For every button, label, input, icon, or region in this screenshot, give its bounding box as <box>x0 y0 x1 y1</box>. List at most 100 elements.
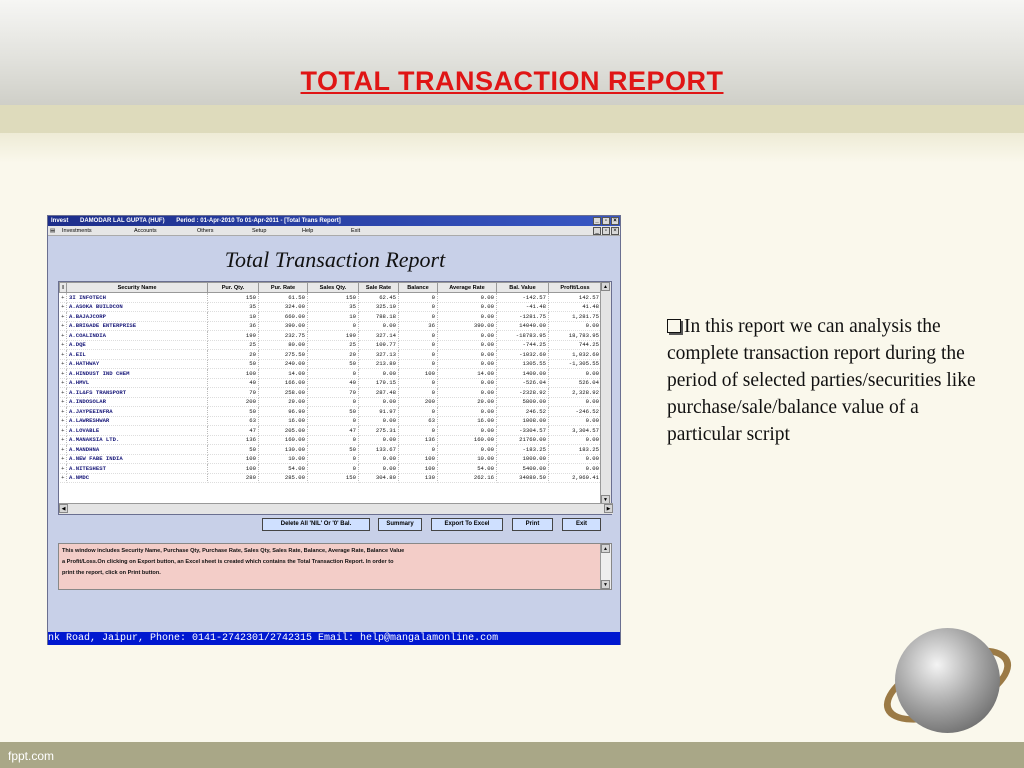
column-header-average-rate-col[interactable]: Average Rate <box>437 282 497 293</box>
mdi-maximize-icon[interactable]: ▫ <box>602 227 610 235</box>
doc-icon: ▤ <box>50 228 56 234</box>
table-row[interactable]: + A.JAYPEEINFRA 50 96.90 50 91.97 0 0.00 246.52-… <box>59 406 602 417</box>
grid-horizontal-scrollbar[interactable]: ◀ ▶ <box>59 503 613 514</box>
minimize-icon[interactable]: _ <box>593 217 601 225</box>
exit-button[interactable]: Exit <box>562 518 601 531</box>
expand-row-icon[interactable]: + <box>59 425 67 436</box>
table-row[interactable]: + A.INDOSOLAR 200 29.00 0 0.00 200 29.00 5800.00… <box>59 397 602 407</box>
bullet-paragraph: In this report we can analysis the compl… <box>667 313 987 448</box>
table-row[interactable]: + A.BAJAJCORP 10 660.00 10 788.18 0 0.00 -1281.7… <box>59 311 602 322</box>
delete-nil-balance-button[interactable]: Delete All 'NIL' Or '0' Bal. <box>262 518 370 531</box>
cell-pur-qty-col: 40 <box>207 378 259 388</box>
expand-row-icon[interactable]: + <box>59 387 67 398</box>
help-scroll-up-icon[interactable]: ▲ <box>601 544 610 553</box>
expand-row-icon[interactable]: + <box>59 349 67 360</box>
column-header-pur-qty-col[interactable]: Pur. Qty. <box>207 282 259 293</box>
cell-pur-qty-col: 25 <box>207 340 259 350</box>
print-button[interactable]: Print <box>512 518 553 531</box>
cell-bal-value-col: -2328.92 <box>496 387 549 398</box>
table-row[interactable]: + A.DQE 25 80.00 25 109.77 0 0.00 -744.25 744.25 <box>59 340 602 350</box>
table-row[interactable]: + A.MANAKSIA LTD. 136 160.00 0 0.00 136 160.00 2… <box>59 435 602 445</box>
table-row[interactable]: + A.LOVABLE 47 205.00 47 275.31 0 0.00 -3304.57 3… <box>59 425 602 436</box>
table-row[interactable]: + A.EIL 20 275.50 20 327.13 0 0.00 -1032.60 1,032… <box>59 349 602 360</box>
cell-pur-rate-col: 29.00 <box>258 397 308 407</box>
cell-sales-qty-col: 199 <box>307 330 359 341</box>
cell-sales-qty-col: 20 <box>307 349 359 360</box>
menu-others[interactable]: Others <box>197 226 214 236</box>
expand-row-icon[interactable]: + <box>59 302 67 312</box>
table-row[interactable]: + A.HATHWAY 50 240.00 50 213.89 0 0.00 1305.55 -1… <box>59 359 602 369</box>
expand-row-icon[interactable]: + <box>59 416 67 426</box>
cell-sale-rate-col: 325.19 <box>358 302 399 312</box>
table-row[interactable]: + A.NMDC 280 285.00 150 304.80 130 262.16 34080.… <box>59 473 602 483</box>
cell-sale-rate-col: 0.00 <box>358 463 399 474</box>
column-header-pur-rate-col[interactable]: Pur. Rate <box>258 282 308 293</box>
table-row[interactable]: + A.NEW FABE INDIA 100 10.00 0 0.00 100 10.00 10… <box>59 454 602 464</box>
expand-row-icon[interactable]: + <box>59 378 67 388</box>
expand-row-icon[interactable]: + <box>59 321 67 331</box>
column-header-expand-col[interactable]: I <box>59 282 67 293</box>
expand-row-icon[interactable]: + <box>59 368 67 379</box>
transaction-grid[interactable]: I Security Name Pur. Qty. Pur. Rate Sales Qt… <box>58 281 613 515</box>
cell-security-name-col: A.EIL <box>66 349 208 360</box>
column-header-bal-value-col[interactable]: Bal. Value <box>496 282 549 293</box>
table-row[interactable]: + A.LAWRESHWAR 63 16.00 0 0.00 63 16.00 1008.00 0… <box>59 416 602 426</box>
expand-row-icon[interactable]: + <box>59 292 67 303</box>
expand-row-icon[interactable]: + <box>59 406 67 417</box>
cell-bal-value-col: 1400.00 <box>496 368 549 379</box>
expand-row-icon[interactable]: + <box>59 444 67 455</box>
table-row[interactable]: + A.MANDHNA 50 130.00 50 133.67 0 0.00 -183.25 18… <box>59 444 602 455</box>
cell-average-rate-col: 0.00 <box>437 425 497 436</box>
expand-row-icon[interactable]: + <box>59 463 67 474</box>
menu-accounts[interactable]: Accounts <box>134 226 157 236</box>
export-to-excel-button[interactable]: Export To Excel <box>431 518 503 531</box>
cell-bal-value-col: -744.25 <box>496 340 549 350</box>
help-scrollbar[interactable]: ▲ ▼ <box>600 544 611 589</box>
maximize-icon[interactable]: ▫ <box>602 217 610 225</box>
close-icon[interactable]: × <box>611 217 619 225</box>
column-header-sale-rate-col[interactable]: Sale Rate <box>358 282 399 293</box>
cell-balance-col: 0 <box>398 406 438 417</box>
cell-profit-loss-col: 2,969.41 <box>548 473 602 483</box>
expand-row-icon[interactable]: + <box>59 397 67 407</box>
cell-pur-qty-col: 50 <box>207 444 259 455</box>
expand-row-icon[interactable]: + <box>59 359 67 369</box>
menu-help[interactable]: Help <box>302 226 313 236</box>
column-header-sales-qty-col[interactable]: Sales Qty. <box>307 282 359 293</box>
menu-exit[interactable]: Exit <box>351 226 360 236</box>
cell-balance-col: 130 <box>398 473 438 483</box>
column-header-balance-col[interactable]: Balance <box>398 282 438 293</box>
slide-title: TOTAL TRANSACTION REPORT <box>300 66 724 96</box>
menu-investments[interactable]: Investments <box>62 226 92 236</box>
cell-profit-loss-col: 0.00 <box>548 416 602 426</box>
column-header-profit-loss-col[interactable]: Profit/Loss <box>548 282 602 293</box>
scroll-left-icon[interactable]: ◀ <box>59 504 68 513</box>
expand-row-icon[interactable]: + <box>59 340 67 350</box>
mdi-minimize-icon[interactable]: _ <box>593 227 601 235</box>
table-row[interactable]: +3I INFOTECH 150 61.50 150 62.45 0 0.00 -142.57… <box>59 292 602 303</box>
expand-row-icon[interactable]: + <box>59 311 67 322</box>
cell-sales-qty-col: 0 <box>307 321 359 331</box>
mdi-close-icon[interactable]: × <box>611 227 619 235</box>
table-row[interactable]: + A.IL&FS TRANSPORT 79 258.00 79 287.48 0 0.00-… <box>59 387 602 398</box>
table-row[interactable]: + A.HMVL 40 166.00 40 179.15 0 0.00 -526.04 526.0… <box>59 378 602 388</box>
column-header-security-name-col[interactable]: Security Name <box>66 282 208 293</box>
cell-sale-rate-col: 287.48 <box>358 387 399 398</box>
summary-button[interactable]: Summary <box>378 518 422 531</box>
expand-row-icon[interactable]: + <box>59 435 67 445</box>
expand-row-icon[interactable]: + <box>59 330 67 341</box>
grid-vertical-scrollbar[interactable]: ▲ ▼ <box>600 282 611 504</box>
expand-row-icon[interactable]: + <box>59 473 67 483</box>
cell-sales-qty-col: 50 <box>307 444 359 455</box>
table-row[interactable]: + A.ASOKA BUILDCON 35 324.00 35 325.19 0 0.00 -4… <box>59 302 602 312</box>
table-row[interactable]: + A.NITESHEST 100 54.00 0 0.00 100 54.00 5400.00… <box>59 463 602 474</box>
help-scroll-down-icon[interactable]: ▼ <box>601 580 610 589</box>
cell-balance-col: 0 <box>398 444 438 455</box>
expand-row-icon[interactable]: + <box>59 454 67 464</box>
scroll-right-icon[interactable]: ▶ <box>604 504 613 513</box>
menu-setup[interactable]: Setup <box>252 226 266 236</box>
table-row[interactable]: + A.COALINDIA 199 232.75 199 327.14 0 0.00 -1878… <box>59 330 602 341</box>
table-row[interactable]: + A.BRIGADE ENTERPRISE 36 390.00 0 0.00 36 390.… <box>59 321 602 331</box>
table-row[interactable]: + A.HINDUST IND CHEM 100 14.00 0 0.00 100 14.00… <box>59 368 602 379</box>
scroll-up-icon[interactable]: ▲ <box>601 282 610 291</box>
